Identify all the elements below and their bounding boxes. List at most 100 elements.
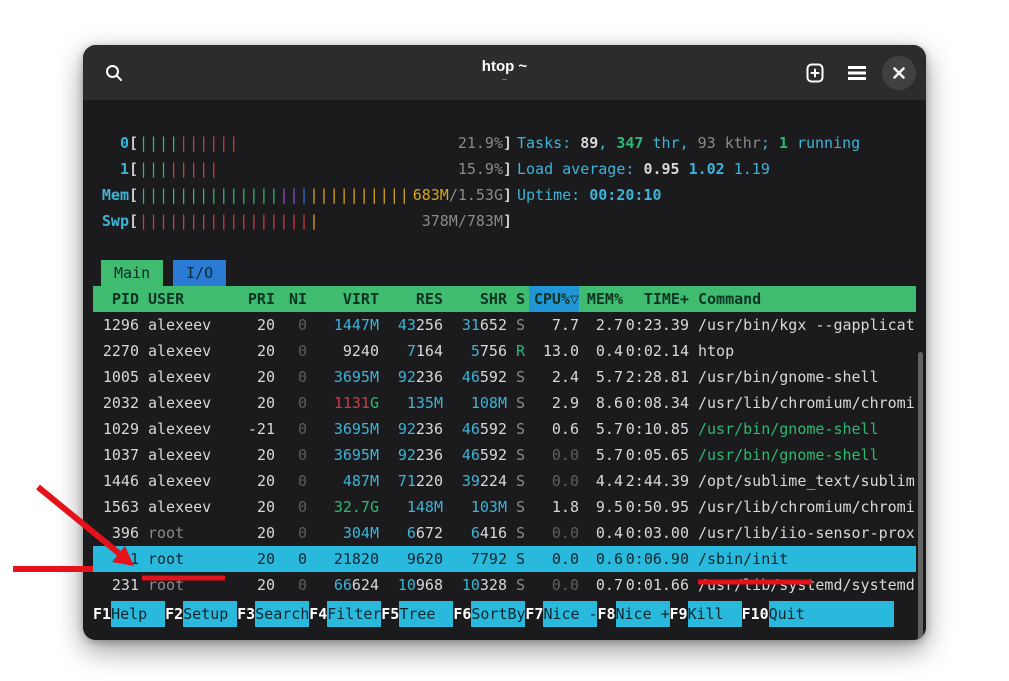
text-segment: 756 (480, 342, 507, 360)
cell-s: S (507, 572, 529, 598)
text-segment: ; (761, 134, 779, 152)
cell-ni: 0 (275, 442, 307, 468)
search-button[interactable] (97, 56, 131, 90)
cell-virt: 304M (307, 520, 379, 546)
text-segment: 328 (480, 576, 507, 594)
tab-main[interactable]: Main (101, 260, 163, 286)
cell-pid: 1037 (93, 442, 139, 468)
fkey-label-nice[interactable]: Nice - (543, 601, 597, 627)
table-row[interactable]: 1446alexeev200487M7122039224S0.04.42:44.… (93, 468, 916, 494)
text-segment: 3695M (334, 446, 379, 464)
table-row[interactable]: 1029alexeev-2103695M9223646592S0.65.70:1… (93, 416, 916, 442)
meter-bars: ||||||||15.9% (139, 156, 503, 182)
text-segment: 92 (398, 446, 416, 464)
cell-pri: 20 (237, 546, 275, 572)
column-header-mem[interactable]: MEM% (579, 286, 623, 312)
text-segment: 0 (298, 550, 307, 568)
cell-virt: 21820 (307, 546, 379, 572)
text-segment: 9.5 (596, 498, 623, 516)
cell-s: S (507, 546, 529, 572)
column-header-pri[interactable]: PRI (237, 286, 275, 312)
cell-time: 0:08.34 (623, 390, 689, 416)
fkey-key-f3[interactable]: F3 (237, 601, 255, 627)
fkey-label-kill[interactable]: Kill (688, 601, 742, 627)
table-row[interactable]: 1296alexeev2001447M4325631652S7.72.70:23… (93, 312, 916, 338)
table-row[interactable]: 1563alexeev20032.7G148M103MS1.89.50:50.9… (93, 494, 916, 520)
fkey-key-f7[interactable]: F7 (525, 601, 543, 627)
cell-mem: 0.4 (579, 338, 623, 364)
fkey-label-help[interactable]: Help (111, 601, 165, 627)
fkey-key-f6[interactable]: F6 (453, 601, 471, 627)
text-segment: 304M (343, 524, 379, 542)
text-segment: 1131 (334, 394, 370, 412)
fkey-key-f2[interactable]: F2 (165, 601, 183, 627)
column-header-time[interactable]: TIME+ (623, 286, 689, 312)
text-segment: 0.4 (596, 342, 623, 360)
fkey-label-filter[interactable]: Filter (327, 601, 381, 627)
fkey-label-search[interactable]: Search (255, 601, 309, 627)
meter-bar-group: |||||| (179, 134, 239, 152)
cell-time: 0:06.90 (623, 546, 689, 572)
menu-button[interactable] (840, 56, 874, 90)
meter-cpu-0: 0[||||||||||21.9%] (93, 130, 513, 156)
fkey-label-setup[interactable]: Setup (183, 601, 237, 627)
new-tab-button[interactable] (798, 56, 832, 90)
text-segment: 592 (480, 420, 507, 438)
text-segment: /usr/lib/chromium/chromi (698, 498, 915, 516)
scrollbar[interactable] (918, 352, 923, 640)
fkey-key-f9[interactable]: F9 (670, 601, 688, 627)
fkey-key-f8[interactable]: F8 (597, 601, 615, 627)
fkey-label-sortby[interactable]: SortBy (471, 601, 525, 627)
text-segment: 231 (112, 576, 139, 594)
titlebar: htop ~ ~ (83, 45, 926, 100)
column-header-s[interactable]: S (507, 286, 529, 312)
text-segment: S (516, 472, 525, 490)
text-segment: 5.7 (596, 446, 623, 464)
fkey-key-f10[interactable]: F10 (742, 601, 769, 627)
table-row[interactable]: 2270alexeev200924071645756R13.00.40:02.1… (93, 338, 916, 364)
meter-bars: |||||||||||||||||||||||||||683M/1.53G (139, 182, 503, 208)
fkey-label-tree[interactable]: Tree (399, 601, 453, 627)
table-row-selected[interactable]: 1root2002182096207792S0.00.60:06.90/sbin… (93, 546, 916, 572)
text-segment: /usr/bin/gnome-shell (698, 420, 879, 438)
text-segment: 0.0 (552, 576, 579, 594)
fkey-label-nice[interactable]: Nice + (616, 601, 670, 627)
table-row[interactable]: 231root200666241096810328S0.00.70:01.66/… (93, 572, 916, 598)
cell-shr: 39224 (443, 468, 507, 494)
cell-cpu: 2.9 (529, 390, 579, 416)
column-header-pid[interactable]: PID (93, 286, 139, 312)
fkey-key-f5[interactable]: F5 (381, 601, 399, 627)
column-header-user[interactable]: USER (139, 286, 237, 312)
cell-mem: 9.5 (579, 494, 623, 520)
text-segment: Load average: (517, 160, 643, 178)
fkey-key-f4[interactable]: F4 (309, 601, 327, 627)
column-header-shr[interactable]: SHR (443, 286, 507, 312)
cell-s: S (507, 364, 529, 390)
meter-bracket-close: ] (503, 130, 513, 156)
meter-value: 15.9% (458, 156, 503, 182)
column-header-res[interactable]: RES (379, 286, 443, 312)
table-row[interactable]: 1037alexeev2003695M9223646592S0.05.70:05… (93, 442, 916, 468)
cell-shr: 31652 (443, 312, 507, 338)
cell-cmd: /sbin/init (689, 546, 916, 572)
tab-io[interactable]: I/O (173, 260, 226, 286)
close-button[interactable] (882, 56, 916, 90)
meter-bar-group: ||| (139, 160, 169, 178)
system-info: Tasks: 89, 347 thr, 93 kthr; 1 runningLo… (513, 130, 916, 234)
table-row[interactable]: 2032alexeev2001131G135M108MS2.98.60:08.3… (93, 390, 916, 416)
meter-bar-group: || (279, 186, 299, 204)
column-header-cpu[interactable]: CPU%▽ (529, 286, 579, 312)
cell-mem: 4.4 (579, 468, 623, 494)
text-segment: root (148, 524, 184, 542)
table-row[interactable]: 396root200304M66726416S0.00.40:03.00/usr… (93, 520, 916, 546)
column-header-virt[interactable]: VIRT (307, 286, 379, 312)
table-row[interactable]: 1005alexeev2003695M9223646592S2.45.72:28… (93, 364, 916, 390)
column-header-ni[interactable]: NI (275, 286, 307, 312)
cell-time: 0:05.65 (623, 442, 689, 468)
cell-ni: 0 (275, 312, 307, 338)
text-segment: 3695M (334, 368, 379, 386)
column-header-cmd[interactable]: Command (689, 286, 916, 312)
text-segment: /usr/bin/gnome-shell (698, 368, 879, 386)
fkey-label-quit[interactable]: Quit (769, 601, 894, 627)
fkey-key-f1[interactable]: F1 (93, 601, 111, 627)
